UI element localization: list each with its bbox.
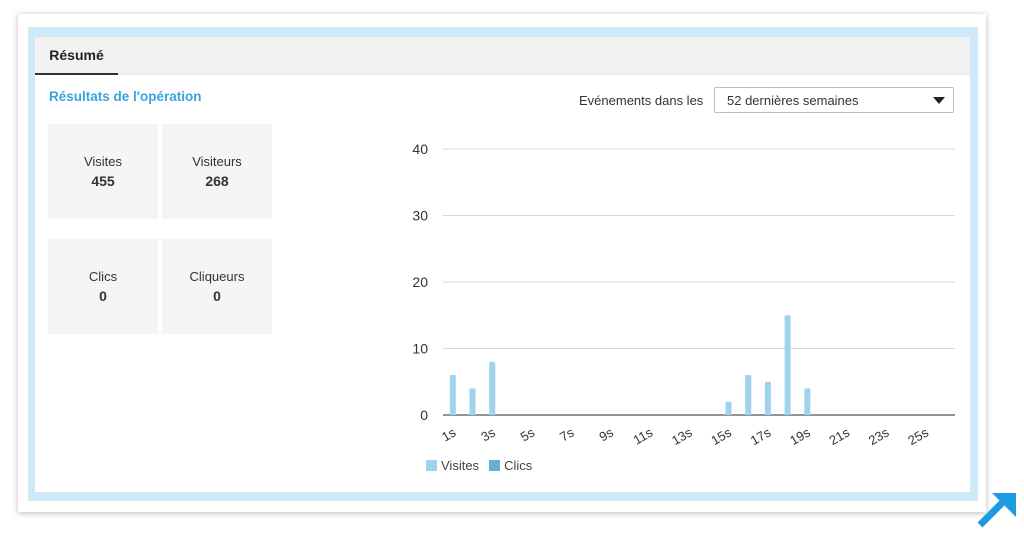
visits-bar-chart: 0 10 20 30 40 1s 3s 5s 7s 9s 11s 13s 15s 17s 19s 21s 23s…	[412, 141, 955, 448]
stat-visiteurs: Visiteurs 268	[162, 124, 272, 219]
x-tick-label: 19s	[787, 424, 813, 448]
stat-cliqueurs: Cliqueurs 0	[162, 239, 272, 334]
x-tick-label: 1s	[439, 424, 459, 444]
x-tick-label: 5s	[518, 424, 538, 444]
x-tick-label: 15s	[708, 424, 734, 448]
x-tick-label: 3s	[478, 424, 498, 444]
y-tick-label: 20	[412, 274, 428, 290]
stat-label: Visiteurs	[192, 154, 242, 169]
events-range-label: Evénements dans les	[579, 93, 704, 108]
section-title: Résultats de l'opération	[49, 89, 202, 104]
stat-value: 0	[213, 288, 221, 304]
y-tick-label: 40	[412, 141, 428, 157]
x-tick-label: 13s	[669, 424, 695, 448]
x-tick-label: 17s	[748, 424, 774, 448]
bar-visites	[804, 388, 811, 415]
legend-item-clics[interactable]: Clics	[489, 458, 532, 473]
period-select-value: 52 dernières semaines	[727, 92, 859, 108]
x-tick-label: 7s	[557, 424, 577, 444]
tab-bar: Résumé	[35, 37, 970, 75]
y-tick-label: 0	[420, 407, 428, 423]
y-tick-label: 10	[412, 341, 428, 357]
bar-visites	[764, 381, 771, 415]
bar-visites	[489, 361, 496, 415]
legend-label-clics: Clics	[504, 458, 533, 473]
x-tick-label: 11s	[630, 424, 655, 447]
legend-swatch-clics	[489, 460, 501, 471]
legend-swatch-visites	[426, 460, 437, 471]
bar-visites	[784, 315, 791, 415]
bar-visites	[449, 375, 456, 415]
x-tick-label: 25s	[905, 424, 931, 448]
bar-visites	[745, 375, 752, 415]
y-tick-label: 30	[412, 208, 428, 224]
stat-label: Cliqueurs	[189, 269, 245, 284]
stat-label: Clics	[88, 269, 118, 284]
diagonal-arrow-icon[interactable]	[974, 489, 1020, 531]
x-tick-label: 9s	[596, 424, 616, 444]
stat-clics: Clics 0	[48, 239, 158, 334]
stat-value: 0	[99, 288, 107, 304]
x-tick-label: 21s	[827, 424, 853, 448]
period-select[interactable]: 52 dernières semaines	[714, 87, 954, 113]
stat-label: Visites	[83, 154, 123, 169]
chevron-down-icon	[933, 97, 945, 104]
chart-legend: Visites Clics	[426, 458, 542, 473]
stat-value: 455	[91, 173, 115, 189]
x-tick-label: 23s	[866, 424, 892, 448]
bar-visites	[725, 401, 732, 415]
legend-label-visites: Visites	[441, 458, 480, 473]
stat-value: 268	[205, 173, 229, 189]
bar-visites	[469, 388, 476, 415]
legend-item-visites[interactable]: Visites	[426, 458, 479, 473]
tab-resume[interactable]: Résumé	[35, 37, 118, 75]
stat-visites: Visites 455	[48, 124, 158, 219]
